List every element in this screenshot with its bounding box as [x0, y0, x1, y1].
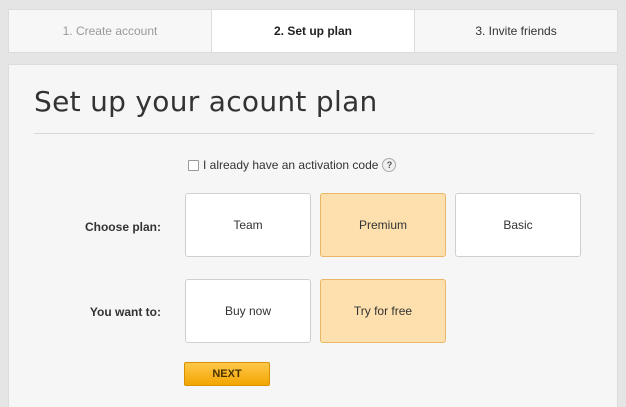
- choose-plan-label: Choose plan:: [84, 220, 161, 234]
- action-option-try-for-free[interactable]: Try for free: [320, 279, 446, 343]
- activation-code-option: I already have an activation code ?: [188, 158, 397, 172]
- you-want-to-label: You want to:: [89, 305, 161, 319]
- step-create-account[interactable]: 1. Create account: [9, 10, 212, 52]
- title-divider: [34, 133, 594, 134]
- plan-panel: Set up your acount plan I already have a…: [8, 64, 618, 407]
- next-button[interactable]: NEXT: [184, 362, 270, 386]
- action-option-buy-now[interactable]: Buy now: [185, 279, 311, 343]
- activation-code-checkbox[interactable]: [188, 159, 199, 171]
- plan-option-premium[interactable]: Premium: [320, 193, 446, 257]
- activation-code-label[interactable]: I already have an activation code: [203, 158, 378, 172]
- page-title: Set up your acount plan: [34, 85, 378, 118]
- help-icon[interactable]: ?: [382, 158, 397, 172]
- step-set-up-plan[interactable]: 2. Set up plan: [212, 10, 415, 52]
- wizard-steps: 1. Create account 2. Set up plan 3. Invi…: [8, 9, 618, 53]
- plan-option-team[interactable]: Team: [185, 193, 311, 257]
- plan-option-basic[interactable]: Basic: [455, 193, 581, 257]
- step-invite-friends[interactable]: 3. Invite friends: [415, 10, 617, 52]
